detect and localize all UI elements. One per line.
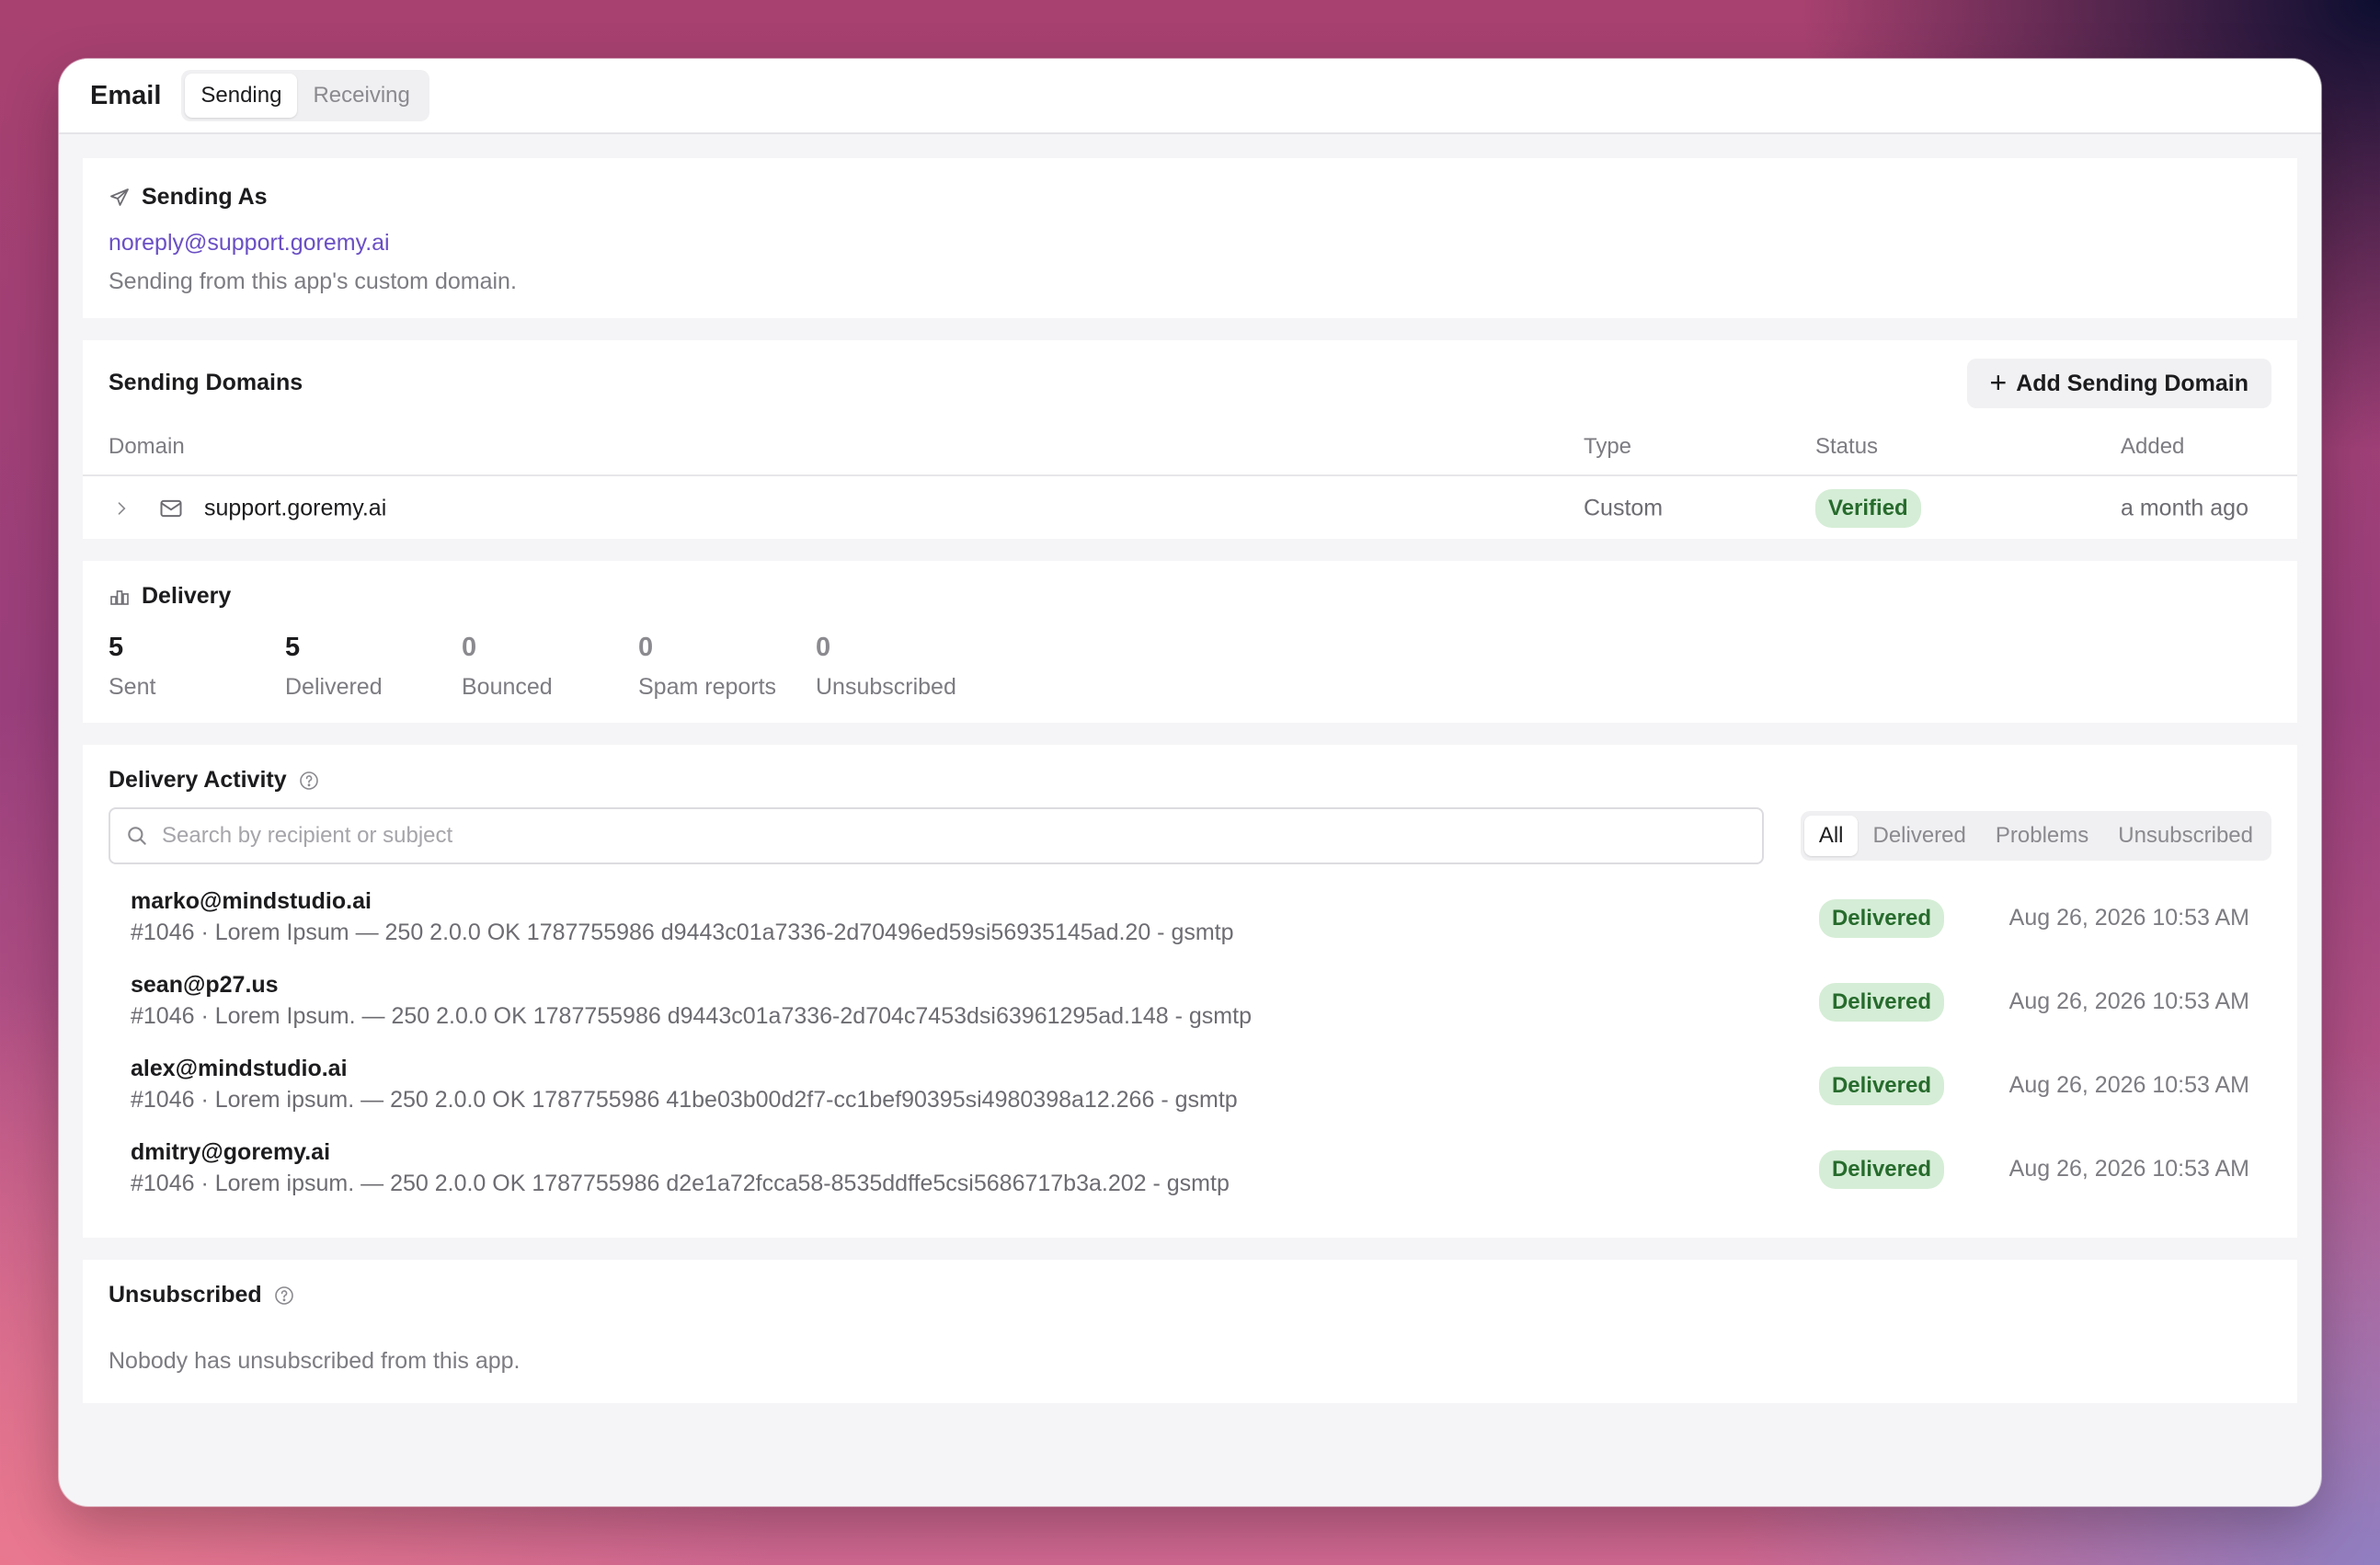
stat-label: Spam reports	[638, 674, 777, 700]
stat-value: 0	[816, 633, 831, 662]
send-icon	[110, 188, 129, 206]
timestamp: Aug 26, 2026 10:53 AM	[2008, 905, 2249, 931]
recipient-email: alex@mindstudio.ai	[131, 1056, 348, 1081]
help-icon[interactable]	[273, 1285, 295, 1307]
chevron-right-icon[interactable]	[112, 499, 131, 518]
domain-added: a month ago	[2121, 495, 2248, 521]
message-meta: #1046 · Lorem Ipsum — 250 2.0.0 OK 17877…	[131, 920, 1234, 945]
filter-delivered[interactable]: Delivered	[1858, 816, 1980, 856]
search-icon	[128, 827, 146, 845]
delivery-card: Delivery 5 Sent 5 Delivered 0 Bounced 0 …	[83, 561, 2297, 723]
activity-row[interactable]: alex@mindstudio.ai #1046 · Lorem ipsum. …	[131, 1056, 2249, 1129]
unsubscribed-title: Unsubscribed	[109, 1282, 262, 1308]
activity-row[interactable]: marko@mindstudio.ai #1046 · Lorem Ipsum …	[131, 888, 2249, 962]
timestamp: Aug 26, 2026 10:53 AM	[2008, 1156, 2249, 1182]
activity-row[interactable]: dmitry@goremy.ai #1046 · Lorem ipsum. — …	[131, 1139, 2249, 1213]
tab-sending[interactable]: Sending	[185, 74, 298, 118]
recipient-email: marko@mindstudio.ai	[131, 888, 372, 914]
unsubscribed-header: Unsubscribed	[109, 1282, 295, 1308]
page-title: Email	[90, 80, 162, 110]
email-settings-window: Email Sending Receiving Sending As norep…	[59, 59, 2321, 1506]
stat-spam-reports: 0 Spam reports	[638, 633, 776, 701]
stat-bounced: 0 Bounced	[462, 633, 553, 701]
column-header-status: Status	[1815, 434, 1879, 459]
sending-domains-card: Sending Domains + Add Sending Domain Dom…	[83, 340, 2297, 539]
stat-value: 0	[462, 633, 477, 662]
stat-sent: 5 Sent	[109, 633, 155, 701]
stat-label: Sent	[109, 674, 156, 700]
sending-as-card: Sending As noreply@support.goremy.ai Sen…	[83, 158, 2297, 318]
plus-icon: +	[1989, 365, 2008, 399]
bar-chart-icon	[110, 589, 129, 605]
tab-group: Sending Receiving	[181, 70, 429, 121]
message-meta: #1046 · Lorem Ipsum. — 250 2.0.0 OK 1787…	[131, 1003, 1252, 1029]
delivery-activity-card: Delivery Activity All Delivered Problems…	[83, 745, 2297, 1238]
help-icon[interactable]	[298, 770, 320, 792]
delivery-activity-header: Delivery Activity	[109, 767, 320, 794]
stat-unsubscribed: 0 Unsubscribed	[816, 633, 956, 701]
add-sending-domain-button[interactable]: + Add Sending Domain	[1966, 359, 2271, 408]
sending-as-header: Sending As	[109, 184, 268, 211]
delivery-title: Delivery	[142, 583, 232, 609]
stat-label: Delivered	[285, 674, 383, 700]
add-sending-domain-label: Add Sending Domain	[2016, 370, 2248, 396]
status-badge: Verified	[1815, 489, 1921, 528]
activity-row[interactable]: sean@p27.us #1046 · Lorem Ipsum. — 250 2…	[131, 972, 2249, 1045]
sender-description: Sending from this app's custom domain.	[109, 268, 517, 294]
stat-delivered: 5 Delivered	[285, 633, 383, 701]
filter-problems[interactable]: Problems	[1981, 816, 2103, 856]
table-header-divider	[83, 474, 2297, 476]
sender-email-link[interactable]: noreply@support.goremy.ai	[109, 230, 390, 257]
status-badge: Delivered	[1818, 1067, 1944, 1105]
filter-tabs: All Delivered Problems Unsubscribed	[1800, 811, 2271, 861]
more-options-icon[interactable]	[2316, 497, 2321, 520]
status-badge: Delivered	[1818, 983, 1944, 1022]
stat-label: Bounced	[462, 674, 553, 700]
domain-row[interactable]: support.goremy.ai Custom Verified a mont…	[83, 478, 2297, 539]
stat-label: Unsubscribed	[816, 674, 956, 700]
filter-all[interactable]: All	[1803, 816, 1859, 856]
search-input[interactable]	[160, 822, 1762, 850]
top-bar: Email Sending Receiving	[59, 59, 2321, 134]
column-header-domain: Domain	[109, 434, 185, 459]
delivery-header: Delivery	[109, 583, 231, 610]
recipient-email: dmitry@goremy.ai	[131, 1139, 331, 1165]
empty-state-text: Nobody has unsubscribed from this app.	[109, 1348, 521, 1374]
stat-value: 5	[109, 633, 124, 662]
search-box	[109, 807, 1764, 864]
domain-name: support.goremy.ai	[204, 495, 387, 521]
message-meta: #1046 · Lorem ipsum. — 250 2.0.0 OK 1787…	[131, 1087, 1238, 1113]
status-badge: Delivered	[1818, 1150, 1944, 1189]
stat-value: 0	[638, 633, 654, 662]
column-header-type: Type	[1584, 434, 1632, 459]
unsubscribed-card: Unsubscribed Nobody has unsubscribed fro…	[83, 1260, 2297, 1403]
sending-domains-title: Sending Domains	[109, 370, 303, 395]
stat-value: 5	[285, 633, 301, 662]
domain-type: Custom	[1584, 495, 1664, 521]
mail-icon	[160, 499, 182, 518]
timestamp: Aug 26, 2026 10:53 AM	[2008, 1072, 2249, 1098]
message-meta: #1046 · Lorem ipsum. — 250 2.0.0 OK 1787…	[131, 1171, 1230, 1196]
status-badge: Delivered	[1818, 899, 1944, 938]
filter-unsubscribed[interactable]: Unsubscribed	[2103, 816, 2268, 856]
tab-receiving[interactable]: Receiving	[297, 74, 425, 118]
timestamp: Aug 26, 2026 10:53 AM	[2008, 988, 2249, 1014]
delivery-activity-title: Delivery Activity	[109, 767, 287, 793]
recipient-email: sean@p27.us	[131, 972, 279, 998]
column-header-added: Added	[2121, 434, 2185, 459]
sending-as-title: Sending As	[142, 184, 268, 210]
